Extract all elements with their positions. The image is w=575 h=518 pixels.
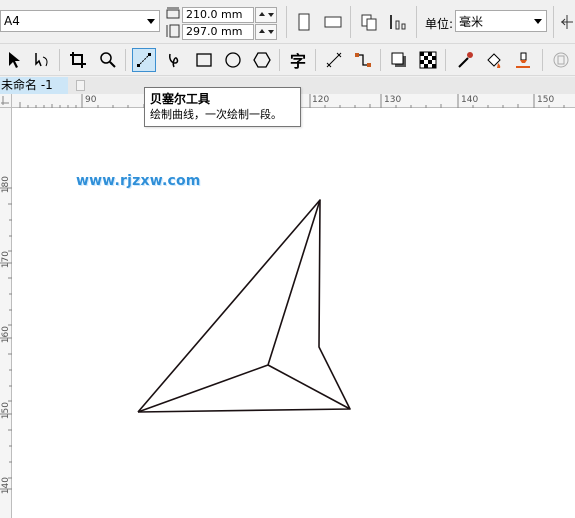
crop-icon xyxy=(70,52,86,68)
text-tool-icon: 字 xyxy=(289,52,306,71)
current-page-button[interactable] xyxy=(386,10,410,34)
ruler-tick-label: 160 xyxy=(1,326,11,344)
page-width-field[interactable]: 210.0 mm xyxy=(182,7,254,23)
toolbox: 字 xyxy=(0,45,575,76)
crop-tool-button[interactable] xyxy=(66,48,90,72)
ellipse-tool-button[interactable] xyxy=(221,48,245,72)
bezier-tooltip: 贝塞尔工具 绘制曲线，一次绘制一段。 xyxy=(144,87,301,127)
portrait-icon xyxy=(298,13,310,31)
checkerboard-icon xyxy=(419,51,437,69)
eyedropper-button[interactable] xyxy=(453,48,477,72)
landscape-icon xyxy=(324,16,342,28)
ruler-tick-label: 180 xyxy=(1,176,11,194)
ruler-tick-label: 140 xyxy=(461,95,479,105)
unit-label: 单位: xyxy=(425,17,454,31)
nudge-button[interactable] xyxy=(558,10,575,34)
ruler-tick-label: 120 xyxy=(312,95,330,105)
ruler-tick-label: 170 xyxy=(1,251,11,269)
watermark-text: www.rjzxw.com xyxy=(76,173,201,189)
fill-tool-button[interactable] xyxy=(482,48,506,72)
drop-shadow-button[interactable] xyxy=(387,48,411,72)
page-width-icon xyxy=(166,7,180,22)
document-tab[interactable]: 未命名 -1 xyxy=(0,77,68,94)
new-tab-icon[interactable] xyxy=(76,80,85,91)
connector-tool-button[interactable] xyxy=(351,48,375,72)
unit-value: 毫米 xyxy=(459,14,484,29)
brush-curve-icon xyxy=(169,53,179,68)
bezier-icon xyxy=(137,53,151,67)
zoom-tool-button[interactable] xyxy=(96,48,120,72)
tooltip-title: 贝塞尔工具 xyxy=(150,92,211,106)
dimension-icon xyxy=(326,52,342,68)
transparency-button[interactable] xyxy=(416,48,440,72)
pick-tool-button[interactable] xyxy=(2,48,26,72)
height-spinner[interactable] xyxy=(255,24,277,40)
polygon-icon xyxy=(253,52,271,68)
inner-right-curve xyxy=(267,364,351,410)
landscape-button[interactable] xyxy=(321,10,345,34)
ruler-tick-label: 90 xyxy=(85,95,97,105)
page-height-icon xyxy=(166,24,180,41)
tooltip-description: 绘制曲线，一次绘制一段。 xyxy=(150,108,282,121)
drop-shadow-icon xyxy=(391,52,406,67)
more-tools-button[interactable] xyxy=(550,48,572,72)
pages-icon xyxy=(361,14,377,31)
chevron-down-icon xyxy=(147,19,155,24)
drawing-canvas[interactable] xyxy=(12,108,575,518)
nudge-icon xyxy=(560,15,573,29)
zoom-icon xyxy=(100,52,116,68)
outline-pen-button[interactable] xyxy=(511,48,535,72)
bezier-tool-button[interactable] xyxy=(132,48,156,72)
portrait-button[interactable] xyxy=(292,10,316,34)
ruler-corner[interactable] xyxy=(0,94,12,108)
ruler-tick-label: 150 xyxy=(1,402,11,420)
paper-size-dropdown[interactable]: A4 xyxy=(0,10,160,32)
ellipse-icon xyxy=(225,52,241,68)
more-tools-icon xyxy=(553,52,569,68)
vertical-ruler[interactable]: 180 170 160 150 140 xyxy=(0,108,12,518)
text-tool-button[interactable]: 字 xyxy=(286,48,310,72)
ruler-tick-label: 130 xyxy=(384,95,402,105)
all-pages-button[interactable] xyxy=(357,10,381,34)
pointer-icon xyxy=(9,52,20,68)
dimension-tool-button[interactable] xyxy=(322,48,346,72)
unit-dropdown[interactable]: 毫米 xyxy=(455,10,547,32)
paper-size-value: A4 xyxy=(4,14,20,28)
eyedropper-icon xyxy=(458,52,473,68)
ruler-tick-label: 140 xyxy=(1,477,11,495)
connector-icon xyxy=(355,53,371,67)
shape-icon xyxy=(35,53,48,67)
star-shape-drawing[interactable] xyxy=(12,108,575,518)
page-layout-icon xyxy=(390,15,406,30)
polygon-tool-button[interactable] xyxy=(250,48,274,72)
width-spinner[interactable] xyxy=(255,7,277,23)
ruler-tick-label: 150 xyxy=(537,95,555,105)
paint-bucket-icon xyxy=(487,53,501,68)
artistic-media-button[interactable] xyxy=(162,48,186,72)
shape-tool-button[interactable] xyxy=(30,48,54,72)
page-height-field[interactable]: 297.0 mm xyxy=(182,24,254,40)
rectangle-icon xyxy=(196,53,212,67)
coreldraw-window: A4 210.0 mm 297.0 mm 单位: 毫米 字 未命名 -1 90 … xyxy=(0,0,575,518)
chevron-down-icon xyxy=(534,19,542,24)
property-bar: A4 210.0 mm 297.0 mm 单位: 毫米 xyxy=(0,0,575,44)
outer-curve xyxy=(137,199,351,413)
outline-pen-icon xyxy=(516,52,530,68)
rectangle-tool-button[interactable] xyxy=(192,48,216,72)
